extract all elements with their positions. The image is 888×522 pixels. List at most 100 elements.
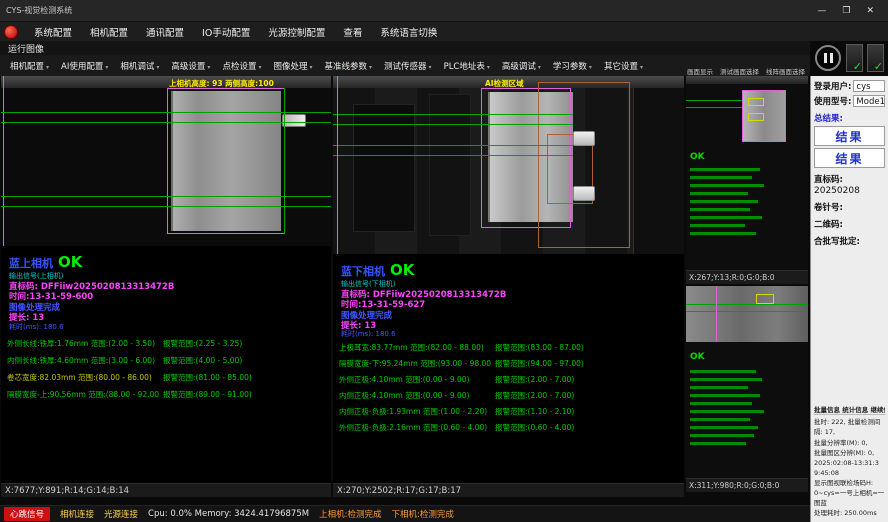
tb-baseline-params[interactable]: 基准线参数 (319, 58, 379, 74)
total-result-label: 总结果: (814, 112, 885, 124)
lower-camera-image[interactable]: AI检测区域 (333, 76, 684, 254)
connector-tab (282, 114, 306, 127)
statistics-line: 批量分辨率(M): 0, (814, 438, 885, 448)
menu-camera-config[interactable]: 相机配置 (81, 23, 137, 41)
measurement-row: 上极耳宽:83.77mm 范围:(82.00 - 88.00) 报警范围:(83… (333, 342, 684, 354)
menubar: 系统配置 相机配置 通讯配置 IO手动配置 光源控制配置 查看 系统语言切换 (0, 22, 888, 41)
tab-run-image[interactable]: 运行图像 (8, 42, 44, 55)
preview-tab-test-select[interactable]: 测试画面选择 (720, 66, 759, 76)
statistics-header[interactable]: 批量信息 统计信息 继续信息 (814, 404, 885, 415)
heartbeat-indicator[interactable]: 心跳信号 (4, 507, 50, 521)
menu-comm-config[interactable]: 通讯配置 (137, 23, 193, 41)
measurement-value: 隔膜宽度-上:90.56mm 范围:(88.00 - 92.00) (7, 389, 160, 400)
tb-learn-params[interactable]: 学习参数 (547, 58, 598, 74)
tb-image-processing[interactable]: 图像处理 (267, 58, 318, 74)
measure-line (1, 122, 331, 123)
minimize-icon[interactable]: — (817, 6, 826, 16)
app-logo-icon (4, 25, 18, 39)
statistics-line: 处理耗时: 250.00ms (814, 508, 885, 518)
tb-camera-debug[interactable]: 相机调试 (114, 58, 165, 74)
login-user-row: 登录用户: cys (814, 80, 885, 92)
elapsed-text: 耗时(ms): 180.6 (341, 329, 396, 339)
tb-other-settings[interactable]: 其它设置 (598, 58, 649, 74)
toolbar-icon-cluster: ✓ ✓ (815, 43, 887, 75)
machine-part (429, 94, 471, 236)
tb-advanced-debug[interactable]: 高级调试 (496, 58, 547, 74)
statistics-line: 显示图视联检场码H: (814, 478, 885, 488)
measurement-value: 隔膜宽度-下:95.24mm 范围:(93.00 - 98.00) (339, 358, 492, 369)
lower-camera-thumb-button[interactable]: ✓ (867, 44, 884, 72)
pixel-coordinate-bar: X:267;Y:13;R:0;G:0;B:0 (686, 270, 808, 284)
preview-tab-line-select[interactable]: 线阵画面选择 (766, 66, 805, 76)
tb-plc-address-table[interactable]: PLC地址表 (438, 58, 496, 74)
maximize-icon[interactable]: ❐ (842, 6, 850, 16)
reel-number-label: 卷针号: (814, 201, 885, 213)
cpu-memory-status: Cpu: 0.0% Memory: 3424.41796875M (148, 509, 309, 519)
titlebar: CYS-视觉检测系统 — ❐ ✕ (0, 0, 888, 22)
roi-rect-yellow (748, 113, 764, 121)
lower-camera-panel: AI检测区域 蓝下相机OK 输出信号(下相机) 直标码: DFFiiw20250… (333, 76, 684, 497)
menu-language-switch[interactable]: 系统语言切换 (371, 23, 446, 41)
preview-panel-1: OK X:267;Y:13;R:0;G:0;B:0 (686, 76, 808, 284)
tb-test-sensor[interactable]: 测试传感器 (378, 58, 438, 74)
upper-camera-image[interactable]: 上相机高度: 93 两侧高度:100 (1, 76, 331, 246)
measurement-warn: 报警范围:(89.00 - 91.00) (163, 389, 252, 400)
measurement-warn: 报警范围:(94.00 - 97.00) (495, 358, 584, 369)
statistics-line: 批时: 222, 批量检测间隔: 17, (814, 417, 885, 437)
overlay-text-block (690, 370, 800, 450)
guide-line (3, 76, 4, 246)
measurement-warn: 报警范围:(0.60 - 4.00) (495, 422, 574, 433)
login-user-value[interactable]: cys (853, 80, 885, 92)
pause-button[interactable] (815, 45, 841, 71)
guide-line (716, 286, 717, 342)
result-status: OK (58, 253, 82, 271)
menu-light-control-config[interactable]: 光源控制配置 (259, 23, 334, 41)
menu-system-config[interactable]: 系统配置 (25, 23, 81, 41)
tab-row: 运行图像 (0, 41, 810, 55)
preview-image-2[interactable]: OK (686, 286, 808, 478)
result-row: 蓝上相机OK (9, 252, 82, 271)
batch-write-label: 合批写批定: (814, 235, 885, 247)
measure-line (1, 206, 331, 207)
measurement-value: 外侧正极-负极:2.16mm 范围:(0.60 - 4.00) (339, 422, 492, 433)
measure-line (686, 304, 808, 305)
measurement-row: 内侧正极:4.10mm 范围:(0.00 - 9.00) 报警范围:(2.00 … (333, 390, 684, 402)
result-status: OK (690, 152, 705, 162)
camera-link-status: 相机连接 (60, 508, 94, 520)
tb-camera-config[interactable]: 相机配置 (4, 58, 55, 74)
roi-rect-yellow (756, 294, 774, 304)
menu-view[interactable]: 查看 (334, 23, 371, 41)
tb-advanced-settings[interactable]: 高级设置 (165, 58, 216, 74)
upper-camera-thumb-button[interactable]: ✓ (846, 44, 863, 72)
model-select[interactable]: Mode11 (853, 95, 885, 107)
window-controls: — ❐ ✕ (817, 6, 882, 16)
measurement-value: 上极耳宽:83.77mm 范围:(82.00 - 88.00) (339, 342, 492, 353)
measurement-warn: 报警范围:(4.00 - 5.00) (163, 355, 242, 366)
tb-ai-config[interactable]: AI使用配置 (55, 58, 114, 74)
bright-feature (573, 186, 595, 201)
result-status: OK (390, 261, 414, 279)
model-label: 使用型号: (814, 95, 851, 107)
tb-spot-check-settings[interactable]: 点检设置 (216, 58, 267, 74)
result-row: 蓝下相机OK (341, 260, 414, 279)
measure-line (686, 311, 808, 312)
model-row: 使用型号: Mode11 (814, 95, 885, 107)
measurement-value: 外侧正极:4.10mm 范围:(0.00 - 9.00) (339, 374, 492, 385)
preview-tab-display[interactable]: 画面显示 (687, 66, 713, 76)
pixel-coordinate-bar: X:311;Y:980;R:0;G:0;B:0 (686, 478, 808, 492)
app-window: CYS-视觉检测系统 — ❐ ✕ 系统配置 相机配置 通讯配置 IO手动配置 光… (0, 0, 888, 522)
check-icon: ✓ (853, 61, 862, 72)
menu-io-manual-config[interactable]: IO手动配置 (193, 23, 259, 41)
measurement-warn: 报警范围:(2.25 - 3.25) (163, 338, 242, 349)
close-icon[interactable]: ✕ (866, 6, 874, 16)
login-user-label: 登录用户: (814, 80, 851, 92)
workpiece (686, 286, 808, 342)
image-top-band (1, 76, 331, 88)
preview-image-1[interactable]: OK (686, 76, 808, 270)
qr-code-label: 二维码: (814, 218, 885, 230)
pixel-coordinate-bar: X:270;Y:2502;R:17;G:17;B:17 (333, 483, 684, 497)
light-link-status: 光源连接 (104, 508, 138, 520)
measurement-row: 内侧长线:铁厚:4.60mm 范围:(3.00 - 6.00) 报警范围:(4.… (1, 355, 331, 367)
statistics-block: 批量信息 统计信息 继续信息 批时: 222, 批量检测间隔: 17, 批量分辨… (814, 404, 885, 518)
barcode-value: 20250208 (814, 186, 885, 196)
